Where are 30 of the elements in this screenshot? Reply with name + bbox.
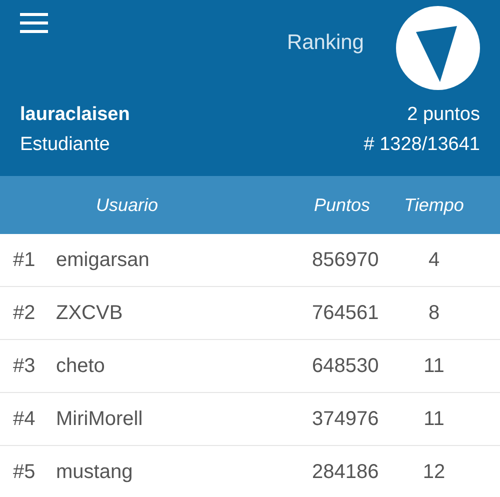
time-cell-text: 12 xyxy=(422,460,446,485)
user-cell-text: emigarsan xyxy=(56,248,150,273)
points-total: 2 puntos xyxy=(407,103,480,127)
points-cell-text: 648530 xyxy=(312,354,380,379)
menu-icon[interactable] xyxy=(20,12,48,34)
logo-icon xyxy=(396,6,480,90)
user-role: Estudiante xyxy=(20,133,110,157)
points-cell-text: 764561 xyxy=(312,301,380,326)
time-cell-text: 11 xyxy=(422,407,446,432)
column-header: Puntos xyxy=(314,194,372,216)
rank-cell-text: #5 xyxy=(12,460,36,485)
user-cell-text: cheto xyxy=(56,354,106,379)
points-cell-text: 284186 xyxy=(312,460,380,485)
rank-cell-text: #3 xyxy=(12,354,36,379)
user-cell-text: MiriMorell xyxy=(56,407,144,432)
page-title: Ranking xyxy=(286,30,364,56)
time-cell-text: 8 xyxy=(427,301,441,326)
rank-cell-text: #4 xyxy=(12,407,36,432)
column-header: Usuario xyxy=(94,194,160,216)
username: lauraclaisen xyxy=(20,103,130,127)
ranking-position: # 1328/13641 xyxy=(364,133,480,157)
column-header: Tiempo xyxy=(403,194,465,217)
time-cell-text: 11 xyxy=(422,354,446,379)
time-cell-text: 4 xyxy=(427,248,441,273)
user-cell-text: mustang xyxy=(56,460,134,485)
rank-cell-text: #2 xyxy=(12,301,36,326)
rank-cell-text: #1 xyxy=(12,248,36,273)
points-cell-text: 374976 xyxy=(312,407,380,432)
points-cell-text: 856970 xyxy=(312,248,380,273)
user-cell-text: ZXCVB xyxy=(56,301,124,326)
